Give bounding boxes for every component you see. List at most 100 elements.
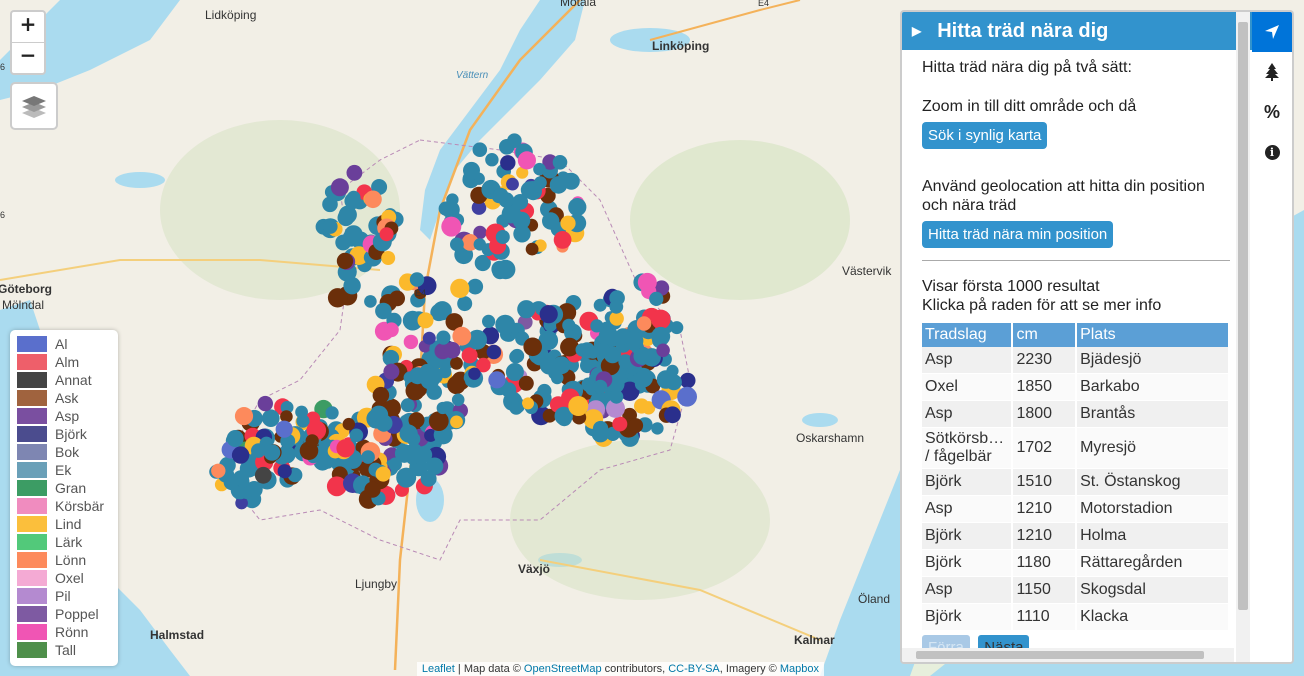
tree-marker[interactable] <box>396 467 417 488</box>
tree-marker[interactable] <box>609 299 624 314</box>
tree-marker[interactable] <box>336 439 355 458</box>
tree-marker[interactable] <box>277 464 292 479</box>
tree-marker[interactable] <box>467 278 484 295</box>
tree-marker[interactable] <box>457 296 473 312</box>
table-row[interactable]: Björk 1510 St. Östanskog <box>922 468 1230 496</box>
tree-marker[interactable] <box>422 331 436 345</box>
tree-marker[interactable] <box>491 260 509 278</box>
tree-marker[interactable] <box>336 252 354 270</box>
tree-marker[interactable] <box>344 225 363 244</box>
tree-marker[interactable] <box>664 406 681 424</box>
tree-marker[interactable] <box>450 278 470 298</box>
tree-marker[interactable] <box>372 386 390 404</box>
table-row[interactable]: Asp 1800 Brantås <box>922 400 1230 428</box>
tree-marker[interactable] <box>436 330 451 345</box>
tree-marker[interactable] <box>428 411 449 431</box>
find-near-me-button[interactable]: Hitta träd nära min position <box>922 221 1114 248</box>
tree-marker[interactable] <box>500 155 516 171</box>
tree-marker[interactable] <box>451 393 465 407</box>
tree-marker[interactable] <box>231 446 250 464</box>
tree-marker[interactable] <box>263 444 281 461</box>
table-row[interactable]: Asp 1210 Motorstadion <box>922 495 1230 523</box>
tab-info[interactable]: i <box>1252 132 1292 172</box>
tree-marker[interactable] <box>420 470 437 487</box>
tree-marker[interactable] <box>495 314 516 335</box>
tree-marker[interactable] <box>346 164 363 181</box>
tree-marker[interactable] <box>493 187 509 204</box>
tree-marker[interactable] <box>651 309 671 330</box>
tree-marker[interactable] <box>381 251 396 265</box>
column-header[interactable]: Plats <box>1076 323 1230 347</box>
tree-marker[interactable] <box>364 190 382 209</box>
collapse-arrow-icon[interactable]: ▶ <box>912 24 921 38</box>
tree-marker[interactable] <box>550 371 564 385</box>
tab-trees[interactable] <box>1252 52 1292 92</box>
license-link[interactable]: CC-BY-SA <box>668 663 720 675</box>
tree-marker[interactable] <box>262 409 280 428</box>
tree-marker[interactable] <box>628 418 644 433</box>
tree-marker[interactable] <box>517 151 537 170</box>
tree-marker[interactable] <box>666 364 679 377</box>
tree-marker[interactable] <box>472 142 488 157</box>
tree-marker[interactable] <box>461 347 478 364</box>
tree-marker[interactable] <box>649 291 664 306</box>
tree-marker[interactable] <box>375 302 392 320</box>
layers-button[interactable] <box>10 82 58 130</box>
tree-marker[interactable] <box>513 225 531 243</box>
tree-marker[interactable] <box>636 316 652 331</box>
tree-marker[interactable] <box>651 422 664 435</box>
tree-marker[interactable] <box>322 219 338 234</box>
tree-marker[interactable] <box>468 367 481 380</box>
tree-marker[interactable] <box>677 386 697 407</box>
tree-marker[interactable] <box>375 466 391 482</box>
tree-marker[interactable] <box>447 375 466 395</box>
tree-marker[interactable] <box>344 192 362 210</box>
tree-marker[interactable] <box>488 371 506 389</box>
tree-marker[interactable] <box>510 348 525 363</box>
tree-marker[interactable] <box>349 428 364 443</box>
tree-marker[interactable] <box>436 401 449 415</box>
tree-marker[interactable] <box>482 314 496 328</box>
table-row[interactable]: Asp 2230 Bjädesjö <box>922 347 1230 374</box>
tree-marker[interactable] <box>361 450 375 464</box>
table-row[interactable]: Björk 1110 Klacka <box>922 603 1230 631</box>
tree-marker[interactable] <box>637 272 657 292</box>
tree-marker[interactable] <box>275 420 293 438</box>
tree-marker[interactable] <box>257 395 273 412</box>
leaflet-link[interactable]: Leaflet <box>422 663 455 675</box>
tree-marker[interactable] <box>553 231 572 249</box>
tree-marker[interactable] <box>384 322 399 338</box>
tree-marker[interactable] <box>450 415 463 429</box>
tree-marker[interactable] <box>364 481 381 498</box>
tree-marker[interactable] <box>486 344 502 360</box>
tree-marker[interactable] <box>518 375 534 391</box>
tree-marker[interactable] <box>522 397 534 410</box>
tree-marker[interactable] <box>236 475 250 488</box>
tree-marker[interactable] <box>473 238 486 251</box>
tree-marker[interactable] <box>389 290 405 307</box>
tree-marker[interactable] <box>325 406 339 420</box>
tree-marker[interactable] <box>234 407 254 426</box>
tree-marker[interactable] <box>612 416 628 432</box>
tree-marker[interactable] <box>409 367 427 385</box>
tree-marker[interactable] <box>495 230 510 244</box>
column-header[interactable]: cm <box>1012 323 1078 347</box>
tree-marker[interactable] <box>375 414 393 432</box>
tree-marker[interactable] <box>226 430 244 447</box>
tree-marker[interactable] <box>575 343 589 357</box>
tree-marker[interactable] <box>295 405 308 419</box>
table-row[interactable]: Sötkörsb… / fågelbär 1702 Myresjö <box>922 427 1230 469</box>
column-header[interactable]: Tradslag <box>922 323 1014 347</box>
tree-marker[interactable] <box>593 379 608 394</box>
tree-marker[interactable] <box>568 198 587 217</box>
zoom-in-button[interactable]: + <box>12 12 44 42</box>
tree-marker[interactable] <box>364 295 377 308</box>
table-row[interactable]: Asp 1150 Skogsdal <box>922 576 1230 604</box>
tree-marker[interactable] <box>343 277 361 295</box>
tab-locate[interactable] <box>1252 12 1292 52</box>
tree-marker[interactable] <box>533 162 546 176</box>
tree-marker[interactable] <box>446 193 459 206</box>
tree-marker[interactable] <box>614 328 632 345</box>
tree-marker[interactable] <box>539 305 558 324</box>
tree-marker[interactable] <box>485 153 499 167</box>
